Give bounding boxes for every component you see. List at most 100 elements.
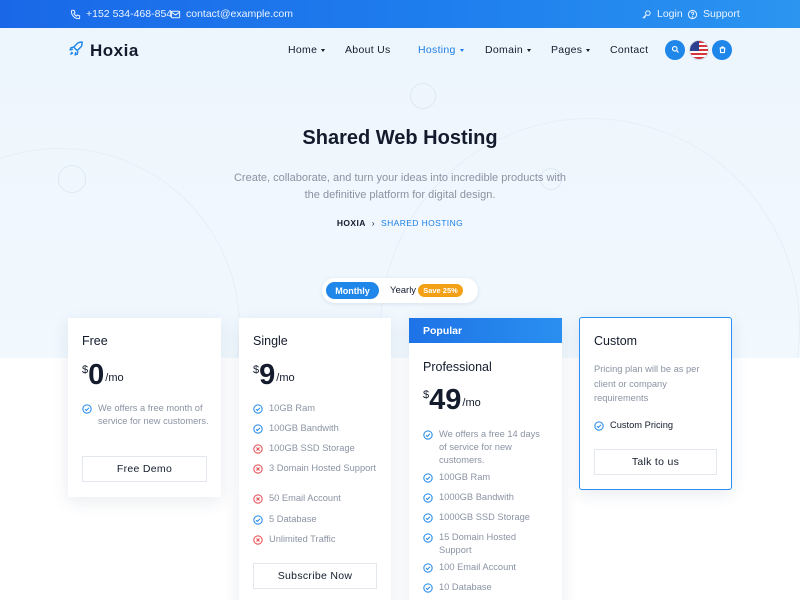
check-circle-icon [423,583,433,593]
plan-name: Single [253,334,288,348]
plan-price: $ 49 /mo [423,386,481,415]
check-circle-icon [594,421,604,431]
feature-item: 50 Email Account [253,492,378,505]
feature-text: 10 Database [439,582,492,592]
phone-contact[interactable]: +152 534-468-854 [70,8,172,20]
nav-hosting[interactable]: Hosting [418,44,464,56]
nav-domain-label: Domain [485,44,523,56]
support-link[interactable]: Support [687,8,740,20]
breadcrumb: HOXIA › SHARED HOSTING [0,218,800,228]
page-subtitle: Create, collaborate, and turn your ideas… [233,172,567,201]
feature-item: Unlimited Traffic [253,533,378,546]
feature-text: 1000GB SSD Storage [439,512,530,522]
plan-name: Free [82,334,108,348]
breadcrumb-home[interactable]: HOXIA [337,218,366,228]
decorative-circle [410,83,436,109]
talk-to-us-button[interactable]: Talk to us [594,449,717,475]
save-badge: Save 25% [418,284,463,297]
page-title: Shared Web Hosting [302,127,498,149]
plan-card-custom: Custom Pricing plan will be as per clien… [579,317,732,490]
price-period: /mo [276,372,295,384]
feature-text: 3 Domain Hosted Support [269,463,376,473]
caret-down-icon [459,49,464,52]
feature-item: 15 Domain Hosted Support [423,531,548,557]
plan-card-free: Free $ 0 /mo We offers a free month of s… [68,318,221,497]
check-circle-icon [423,563,433,573]
key-icon [641,9,652,20]
cart-button[interactable] [712,40,732,60]
nav-pages-label: Pages [551,44,583,56]
help-icon [687,9,698,20]
plan-price: $ 9 /mo [253,361,295,390]
price-amount: 49 [429,384,462,416]
check-circle-icon [253,404,263,414]
login-link[interactable]: Login [641,8,683,20]
support-label: Support [703,8,740,20]
feature-text: 100GB SSD Storage [269,443,355,453]
feature-item: We offers a free 14 days of service for … [423,428,548,467]
brand-name: Hoxia [90,41,139,60]
check-circle-icon [423,513,433,523]
free-demo-button[interactable]: Free Demo [82,456,207,482]
check-circle-icon [423,533,433,543]
monthly-option[interactable]: Monthly [326,282,379,299]
nav-about-label: About Us [345,44,391,56]
search-icon [671,41,680,59]
feature-text: 5 Database [269,514,317,524]
x-circle-icon [253,464,263,474]
check-circle-icon [423,430,433,440]
nav-about[interactable]: About Us [345,44,391,56]
nav-home[interactable]: Home [288,44,326,56]
feature-item: Custom Pricing [594,419,719,432]
login-label: Login [657,8,683,20]
x-circle-icon [253,494,263,504]
nav-domain[interactable]: Domain [485,44,531,56]
plan-description: Pricing plan will be as per client or co… [594,362,719,406]
nav-home-label: Home [288,44,318,56]
check-circle-icon [253,515,263,525]
check-circle-icon [423,473,433,483]
feature-text: We offers a free month of service for ne… [98,403,209,426]
billing-toggle: Monthly Yearly Save 25% [322,278,478,303]
plan-name: Professional [423,360,492,374]
caret-down-icon [321,49,326,52]
yearly-option[interactable]: Yearly [390,285,416,296]
x-circle-icon [253,444,263,454]
nav-contact[interactable]: Contact [610,44,648,56]
feature-item: 10 Database [423,581,548,594]
feature-text: 100 Email Account [439,562,517,572]
feature-item: 100GB SSD Storage [253,442,378,455]
price-period: /mo [462,397,481,409]
plan-card-single: Single $ 9 /mo 10GB Ram 100GB Bandwith 1… [239,318,391,600]
nav-pages[interactable]: Pages [551,44,591,56]
check-circle-icon [423,493,433,503]
feature-text: 15 Domain Hosted Support [439,532,516,555]
feature-text: 50 Email Account [269,493,341,503]
caret-down-icon [526,49,531,52]
nav-contact-label: Contact [610,44,649,56]
plan-name: Custom [594,334,638,348]
feature-item: 100GB Bandwith [253,422,378,435]
email-address: contact@example.com [186,8,293,20]
feature-item: 10GB Ram [253,402,378,415]
feature-text: 1000GB Bandwith [439,492,514,502]
feature-text: Unlimited Traffic [269,534,336,544]
feature-item: 3 Domain Hosted Support [253,462,378,475]
check-circle-icon [82,404,92,414]
email-contact[interactable]: contact@example.com [170,8,293,20]
price-amount: 0 [88,359,105,391]
popular-badge: Popular [409,318,562,343]
subscribe-now-button[interactable]: Subscribe Now [253,563,377,589]
feature-item: 100 Email Account [423,561,548,574]
feature-item: 5 Database [253,513,378,526]
brand-logo[interactable]: Hoxia [68,40,139,62]
price-period: /mo [105,372,124,384]
us-flag-icon[interactable] [689,40,709,60]
description-text: Pricing plan will be as per client or co… [594,364,700,403]
feature-item: We offers a free month of service for ne… [82,402,212,428]
breadcrumb-current: SHARED HOSTING [381,218,464,228]
phone-number: +152 534-468-854 [86,8,173,20]
rocket-icon [68,40,85,62]
search-button[interactable] [665,40,685,60]
x-circle-icon [253,535,263,545]
